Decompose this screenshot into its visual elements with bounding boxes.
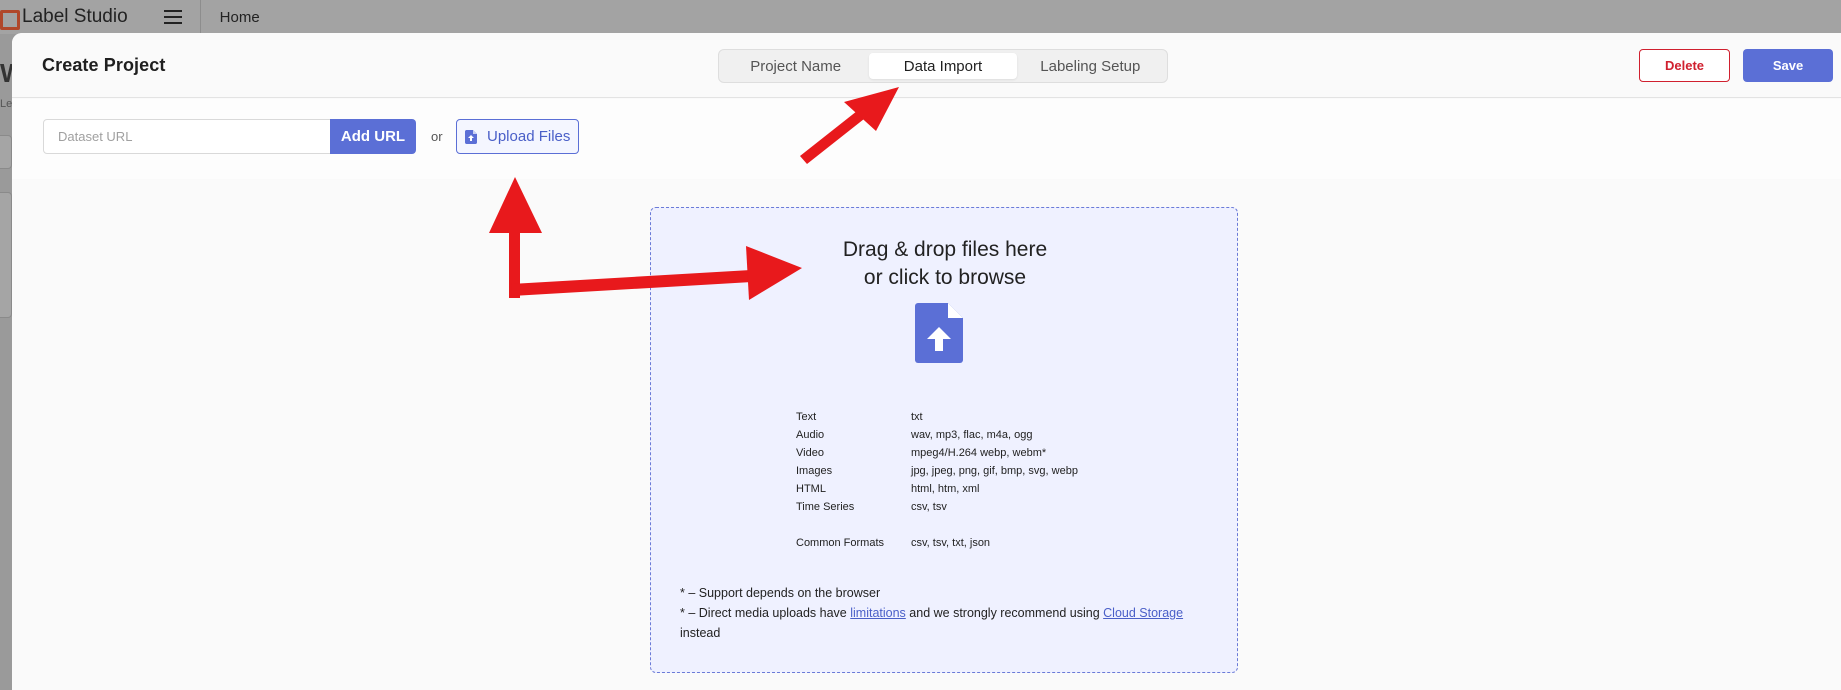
import-toolbar: Add URL or Upload Files xyxy=(12,99,1841,179)
browser-support-note: * – Support depends on the browser xyxy=(680,586,881,600)
cloud-storage-link[interactable]: Cloud Storage xyxy=(1103,606,1183,620)
background-subtext-fragment: Le xyxy=(0,98,13,110)
label-studio-logo-icon xyxy=(0,8,20,30)
file-upload-icon xyxy=(465,129,477,144)
format-spacer xyxy=(796,516,1078,534)
hamburger-menu-icon[interactable] xyxy=(163,10,182,24)
upload-files-label: Upload Files xyxy=(487,128,571,145)
format-row: Text txt xyxy=(796,411,923,423)
delete-button[interactable]: Delete xyxy=(1639,49,1730,82)
upload-notes: * – Support depends on the browser * – D… xyxy=(680,583,1190,643)
dropzone-title-line2: or click to browse xyxy=(863,266,1027,289)
create-project-modal: Create Project Project Name Data Import … xyxy=(12,33,1841,690)
tab-project-name[interactable]: Project Name xyxy=(722,53,869,79)
format-row: Images jpg, jpeg, png, gif, bmp, svg, web… xyxy=(796,465,1078,477)
or-separator: or xyxy=(431,129,443,144)
format-row: Video mpeg4/H.264 webp, webm* xyxy=(796,447,1047,459)
file-upload-icon xyxy=(915,303,963,363)
tab-labeling-setup[interactable]: Labeling Setup xyxy=(1017,53,1164,79)
format-row: Audio wav, mp3, flac, m4a, ogg xyxy=(796,429,1033,441)
app-topbar: Label Studio Home xyxy=(0,0,1841,34)
supported-formats: Text txt Audio wav, mp3, flac, m4a, ogg Vi… xyxy=(796,408,1078,552)
format-row: HTML html, htm, xml xyxy=(796,483,980,495)
background-panel xyxy=(0,192,12,318)
upload-files-button[interactable]: Upload Files xyxy=(456,119,579,154)
dataset-url-input[interactable] xyxy=(43,119,331,154)
app-name: Label Studio xyxy=(22,6,128,27)
breadcrumb-home[interactable]: Home xyxy=(220,9,260,26)
format-row-common: Common Formats csv, tsv, txt, json xyxy=(796,537,991,549)
modal-header: Create Project Project Name Data Import … xyxy=(12,33,1841,98)
format-row: Time Series csv, tsv xyxy=(796,501,947,513)
app-logo[interactable]: Label Studio xyxy=(0,6,128,30)
save-button[interactable]: Save xyxy=(1743,49,1833,82)
file-dropzone[interactable]: Drag & drop files here or click to brows… xyxy=(650,207,1238,673)
dropzone-title-line1: Drag & drop files here xyxy=(842,238,1048,261)
add-url-button[interactable]: Add URL xyxy=(330,119,416,154)
limitations-link[interactable]: limitations xyxy=(850,606,906,620)
wizard-tabs: Project Name Data Import Labeling Setup xyxy=(718,49,1168,83)
topbar-divider xyxy=(199,0,201,34)
media-upload-note: * – Direct media uploads have limitation… xyxy=(680,606,1184,640)
modal-title: Create Project xyxy=(42,55,166,75)
tab-data-import[interactable]: Data Import xyxy=(869,53,1017,79)
background-panel xyxy=(0,135,12,169)
dropzone-title: Drag & drop files here or click to brows… xyxy=(651,236,1239,292)
